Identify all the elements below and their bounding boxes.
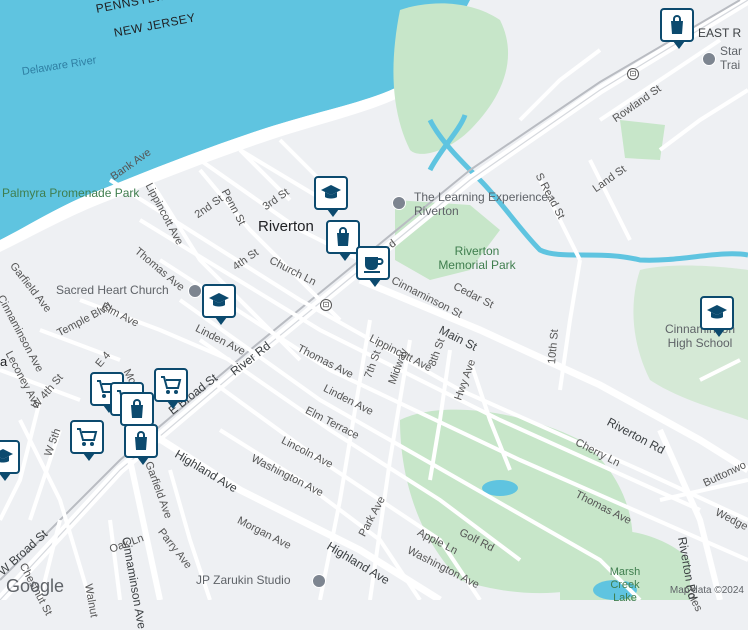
poi-label-jp-zarukin[interactable]: JP Zarukin Studio xyxy=(196,573,291,587)
graduation-cap-icon xyxy=(707,305,727,319)
map-attribution[interactable]: Map data ©2024 xyxy=(670,585,744,596)
poi-label-sacred-heart[interactable]: Sacred Heart Church xyxy=(56,283,169,297)
park-label-palmyra-promenade[interactable]: Palmyra Promenade Park xyxy=(2,186,139,200)
edge-label-a: a xyxy=(0,354,8,369)
graduation-cap-icon xyxy=(0,449,13,463)
school-marker[interactable] xyxy=(700,296,734,337)
shopping-cart-icon xyxy=(77,428,98,446)
shopping-bag-marker[interactable] xyxy=(124,424,158,465)
shopping-cart-icon xyxy=(161,376,182,394)
school-marker[interactable] xyxy=(202,284,236,325)
learning-experience-pin[interactable] xyxy=(392,196,406,210)
area-label-east-r: EAST R xyxy=(698,26,742,40)
shopping-bag-icon xyxy=(135,431,147,450)
coffee-cup-icon xyxy=(364,257,384,273)
town-label-riverton[interactable]: Riverton xyxy=(258,218,314,235)
shopping-bag-icon xyxy=(131,399,143,418)
poi-label-star-trai[interactable]: Star Trai xyxy=(720,44,748,72)
small-park xyxy=(620,120,665,160)
shopping-bag-marker[interactable] xyxy=(326,220,360,261)
google-logo: Google xyxy=(6,576,65,596)
shopping-bag-marker[interactable] xyxy=(120,392,154,433)
graduation-cap-icon xyxy=(209,293,229,307)
park-label-marsh-creek-lake[interactable]: Marsh Creek Lake xyxy=(600,566,650,605)
shopping-bag-icon xyxy=(337,227,349,246)
cafe-marker[interactable] xyxy=(356,246,390,287)
graduation-cap-icon xyxy=(321,185,341,199)
school-marker[interactable] xyxy=(314,176,348,217)
shopping-cart-marker[interactable] xyxy=(154,368,188,409)
school-marker[interactable] xyxy=(0,440,20,481)
train-station-icon[interactable]: ⊡ xyxy=(320,299,332,311)
shopping-bag-icon xyxy=(671,15,683,34)
train-station-icon[interactable]: ⊡ xyxy=(627,68,639,80)
jp-zarukin-pin[interactable] xyxy=(312,574,326,588)
shopping-bag-marker[interactable] xyxy=(660,8,694,49)
shopping-cart-marker[interactable] xyxy=(70,420,104,461)
park-label-riverton-memorial[interactable]: Riverton Memorial Park xyxy=(432,244,522,272)
star-trai-pin[interactable] xyxy=(702,52,716,66)
sacred-heart-pin[interactable] xyxy=(188,284,202,298)
